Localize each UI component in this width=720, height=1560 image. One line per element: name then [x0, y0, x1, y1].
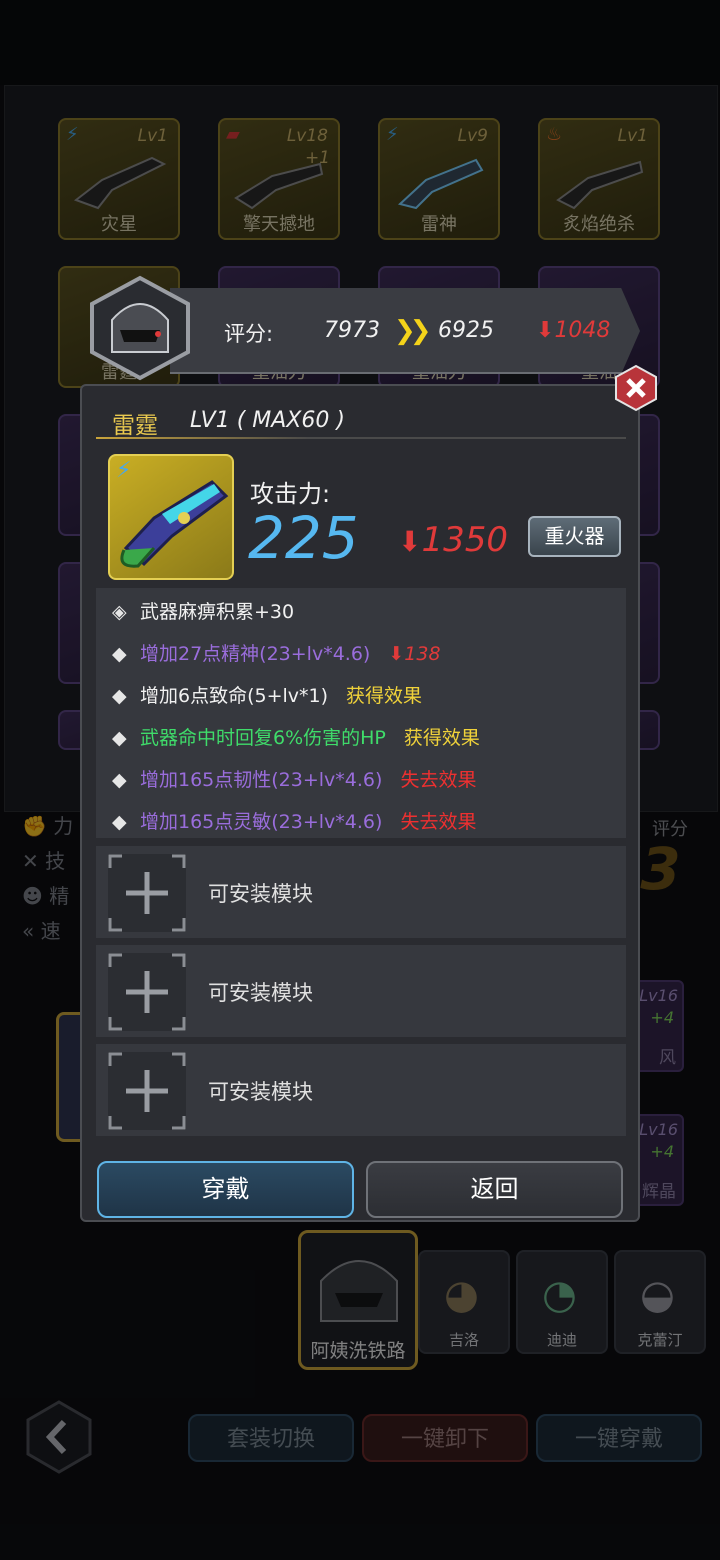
score-compare-banner: 评分: 7973 ❯❯ 6925 ⬇1048 [170, 288, 640, 374]
module-slot[interactable]: 可安装模块 [96, 1044, 626, 1136]
attribute-row: ◆ 武器命中时回复6%伤害的HP 获得效果 [112, 727, 480, 749]
close-button[interactable] [612, 364, 660, 412]
divider [96, 437, 626, 439]
old-score: 7973 [324, 318, 380, 343]
module-slot-label: 可安装模块 [208, 981, 313, 1005]
new-score: 6925 [438, 318, 494, 343]
weapon-type-tag: 重火器 [528, 516, 621, 557]
hero-avatar [90, 275, 190, 381]
module-slot[interactable]: 可安装模块 [96, 846, 626, 938]
add-module-icon[interactable] [108, 953, 186, 1031]
diamond-icon: ◆ [112, 685, 127, 707]
attribute-row: ◆ 增加165点灵敏(23+lv*4.6) 失去效果 [112, 811, 477, 833]
diamond-icon: ◆ [112, 811, 127, 833]
attribute-row: ◆ 增加6点致命(5+lv*1) 获得效果 [112, 685, 423, 707]
module-slot[interactable]: 可安装模块 [96, 945, 626, 1037]
weapon-name: 雷霆 [112, 413, 158, 439]
diamond-icon: ◆ [112, 769, 127, 791]
module-slot-label: 可安装模块 [208, 1080, 313, 1104]
add-module-icon[interactable] [108, 854, 186, 932]
lock-diamond-icon: ◈ [112, 601, 127, 623]
weapon-icon: ⚡ [108, 454, 234, 580]
attribute-row: ◆ 增加27点精神(23+lv*4.6) ⬇138 [112, 643, 441, 665]
attack-value: 225 [248, 504, 359, 572]
down-arrow-icon: ⬇ [388, 643, 405, 665]
score-change: ⬇1048 [536, 318, 611, 343]
weapon-level: LV1 ( MAX60 ) [190, 408, 345, 433]
add-module-icon[interactable] [108, 1052, 186, 1130]
down-arrow-icon: ⬇ [398, 525, 422, 558]
diamond-icon: ◆ [112, 643, 127, 665]
equip-button[interactable]: 穿戴 [97, 1161, 354, 1218]
attribute-list [96, 588, 626, 838]
module-slot-label: 可安装模块 [208, 882, 313, 906]
cannon-icon [120, 480, 229, 568]
double-arrow-icon: ❯❯ [394, 316, 431, 346]
down-arrow-icon: ⬇ [536, 318, 555, 343]
diamond-icon: ◆ [112, 727, 127, 749]
score-label: 评分: [224, 322, 274, 346]
attribute-row: ◈ 武器麻痹积累+30 [112, 601, 295, 623]
back-button[interactable]: 返回 [366, 1161, 623, 1218]
attack-change: ⬇1350 [398, 520, 508, 560]
attribute-row: ◆ 增加165点韧性(23+lv*4.6) 失去效果 [112, 769, 477, 791]
